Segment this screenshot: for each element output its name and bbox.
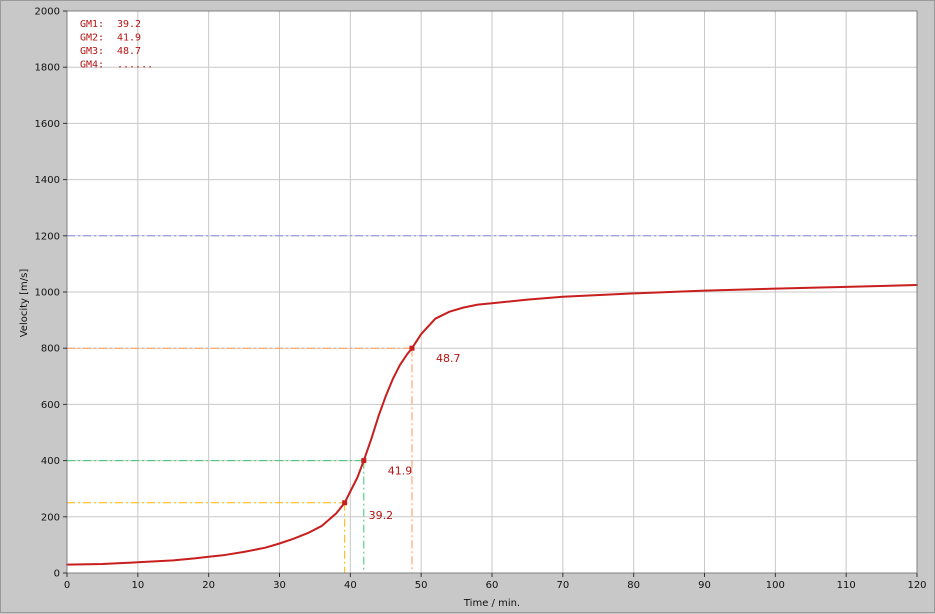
- legend-value: 41.9: [117, 33, 141, 44]
- y-tick-label: 1600: [35, 119, 60, 130]
- legend-name: GM1:: [80, 19, 104, 30]
- x-tick-label: 20: [202, 580, 215, 591]
- legend-value: ......: [117, 60, 153, 71]
- y-tick-label: 400: [41, 456, 60, 467]
- y-tick-label: 2000: [35, 7, 60, 18]
- x-tick-label: 90: [698, 580, 711, 591]
- x-tick-label: 60: [486, 580, 499, 591]
- x-tick-label: 100: [766, 580, 785, 591]
- x-tick-label: 120: [907, 580, 926, 591]
- legend-value: 39.2: [117, 19, 141, 30]
- y-tick-label: 0: [54, 569, 60, 580]
- y-tick-label: 600: [41, 400, 60, 411]
- legend-name: GM2:: [80, 33, 104, 44]
- x-tick-label: 10: [131, 580, 144, 591]
- y-tick-label: 1400: [35, 175, 60, 186]
- x-tick-label: 50: [415, 580, 428, 591]
- gm1-value-label: 39.2: [369, 509, 394, 522]
- y-tick-label: 1000: [35, 288, 60, 299]
- x-tick-label: 80: [627, 580, 640, 591]
- gm3-value-label: 48.7: [436, 352, 461, 365]
- x-tick-label: 30: [273, 580, 286, 591]
- legend-name: GM4:: [80, 60, 104, 71]
- y-tick-label: 1800: [35, 63, 60, 74]
- gm3-point: [409, 345, 415, 351]
- velocity-chart: 39.2 41.9 48.7 0 10 20 30 40 50 60 70 80 90 100 110 12…: [19, 7, 927, 610]
- gm1-point: [342, 500, 348, 506]
- x-axis-title: Time / min.: [463, 598, 520, 609]
- y-tick-label: 1200: [35, 231, 60, 242]
- chart-panel: 39.2 41.9 48.7 0 10 20 30 40 50 60 70 80 90 100 110 12…: [0, 0, 935, 613]
- legend-value: 48.7: [117, 46, 141, 57]
- gm2-value-label: 41.9: [388, 465, 413, 478]
- y-tick-label: 200: [41, 512, 60, 523]
- legend-name: GM3:: [80, 46, 104, 57]
- x-tick-label: 0: [64, 580, 70, 591]
- y-tick-label: 800: [41, 344, 60, 355]
- y-axis-title: Velocity [m/s]: [19, 269, 30, 338]
- gm2-point: [361, 458, 367, 464]
- x-tick-label: 110: [837, 580, 856, 591]
- x-tick-label: 70: [556, 580, 569, 591]
- x-tick-label: 40: [344, 580, 357, 591]
